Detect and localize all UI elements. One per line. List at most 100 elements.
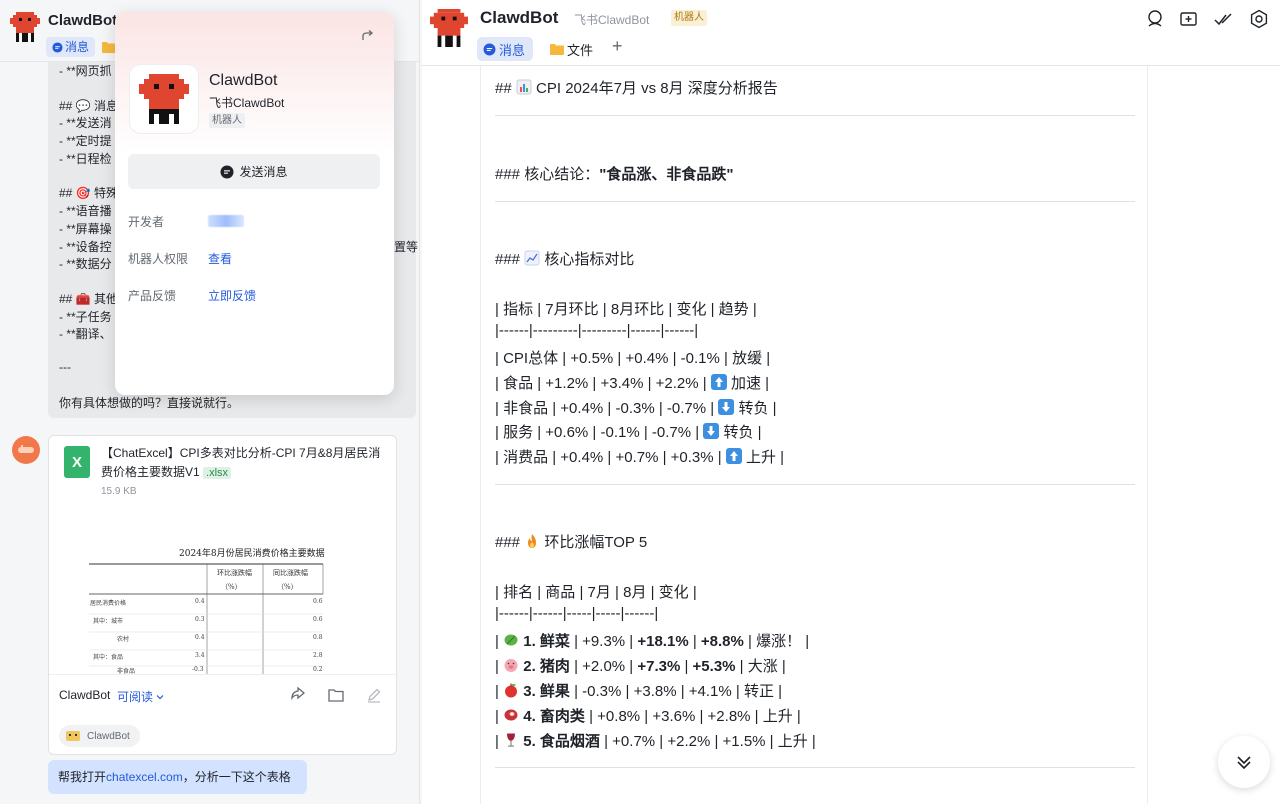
preview-cell: 居民消费价格 — [90, 600, 127, 607]
bot-badge: 机器人 — [209, 113, 245, 128]
md-line-tail: 置等 — [394, 240, 419, 254]
table2-row: | 5. 食品烟酒 | +0.7% | +2.2% | +1.5% | 上升 | — [495, 733, 816, 750]
bot-large-avatar[interactable] — [129, 64, 199, 134]
preview-cell: 0.6 — [313, 616, 323, 623]
preview-cell: 农村 — [117, 636, 130, 643]
md-line: - **定时提 — [59, 134, 112, 148]
file-title[interactable]: 【ChatExcel】CPI多表对比分析-CPI 7月&8月居民消费价格主要数据… — [101, 444, 391, 483]
chat-title: ClawdBot — [480, 8, 559, 27]
right-chat-header: ClawdBot 飞书ClawdBot 机器人 消息 文件 + — [422, 0, 1280, 66]
md-line: - **语音播 — [59, 204, 112, 218]
chevron-down-icon — [156, 695, 164, 700]
apple-icon — [505, 683, 518, 698]
table2-separator: |------|------|-----|-----|------| — [495, 605, 659, 622]
hand-icon — [18, 445, 34, 453]
folder-icon — [550, 44, 564, 55]
md-line: - **网页抓 — [59, 64, 112, 78]
preview-col-unit: （%） — [277, 583, 298, 591]
table1-row: | 服务 | +0.6% | -0.1% | -0.7% | 转负 | — [495, 423, 762, 441]
add-chat-icon[interactable] — [1178, 8, 1200, 35]
table1-separator: |------|---------|---------|------|-----… — [495, 322, 699, 339]
folder-icon[interactable] — [102, 40, 116, 58]
arrow-down-icon — [718, 399, 735, 415]
preview-cell: 2.8 — [313, 652, 323, 659]
md-line: - **屏幕操 — [59, 222, 112, 236]
top5-heading: ### 环比涨幅TOP 5 — [495, 534, 648, 551]
send-message-button[interactable]: 发送消息 — [128, 154, 380, 189]
table1-row: | 食品 | +1.2% | +3.4% | +2.2% | 加速 | — [495, 374, 770, 392]
spreadsheet-preview[interactable]: 2024年8月份居民消费价格主要数据 环比涨跌幅 同比涨跌幅 （%） （%） 居… — [87, 540, 325, 675]
chat-bubble-icon — [483, 43, 496, 55]
preview-cell: 0.8 — [313, 634, 323, 641]
report-title: ## CPI 2024年7月 vs 8月 深度分析报告 — [495, 79, 778, 97]
double-chevron-down-icon — [1237, 756, 1251, 770]
done-check-icon[interactable] — [1212, 8, 1234, 35]
feedback-row: 产品反馈 立即反馈 — [128, 289, 257, 303]
share-icon[interactable] — [361, 28, 375, 47]
user-message-bubble: 帮我打开chatexcel.com，分析一下这个表格 — [48, 760, 307, 794]
md-line: ## 🧰 其他 — [59, 292, 118, 306]
fire-icon — [528, 534, 537, 548]
add-tab-button[interactable]: + — [612, 36, 623, 57]
permissions-row: 机器人权限 查看 — [128, 252, 233, 266]
table2-header: | 排名 | 商品 | 7月 | 8月 | 变化 | — [495, 584, 697, 601]
md-line: - **日程检 — [59, 152, 112, 166]
table2-row: | 1. 鲜菜 | +9.3% | +18.1% | +8.8% | 爆涨！ | — [495, 633, 810, 650]
preview-title: 2024年8月份居民消费价格主要数据 — [179, 549, 325, 559]
bar-chart-icon — [516, 79, 532, 95]
wine-glass-icon — [507, 733, 516, 747]
arrow-up-icon — [725, 448, 742, 464]
bot-badge: 机器人 — [671, 10, 707, 26]
table1-row: | CPI总体 | +0.5% | +0.4% | -0.1% | 放缓 | — [495, 350, 771, 367]
table1-row: | 非食品 | +0.4% | -0.3% | -0.7% | 转负 | — [495, 399, 777, 417]
left-tab-messages[interactable]: 消息 — [46, 37, 96, 57]
scroll-to-bottom-button[interactable] — [1218, 736, 1270, 788]
leafy-greens-icon — [504, 634, 518, 646]
preview-cell: 其中：食品 — [93, 654, 124, 661]
permission-dropdown[interactable]: 可阅读 — [117, 688, 164, 705]
edit-pencil-icon[interactable] — [365, 686, 383, 709]
divider — [495, 484, 1135, 485]
preview-cell: 0.4 — [195, 598, 205, 605]
divider — [495, 767, 1135, 768]
left-chat-title: ClawdBot — [48, 12, 118, 29]
reply-source-chip[interactable]: ClawdBot — [59, 725, 140, 747]
popup-bot-name: ClawdBot — [209, 72, 278, 89]
file-owner: ClawdBot — [59, 688, 111, 702]
md-line: - **数据分 — [59, 257, 112, 271]
clawdbot-avatar-icon[interactable] — [10, 12, 40, 47]
md-line: - **翻译、 — [59, 327, 112, 341]
file-ext-badge: .xlsx — [203, 467, 232, 479]
share-icon[interactable] — [289, 686, 307, 709]
meat-icon — [504, 709, 518, 721]
preview-cell: 0.3 — [195, 616, 205, 623]
table1-header: | 指标 | 7月环比 | 8月环比 | 变化 | 趋势 | — [495, 301, 757, 318]
clawdbot-avatar-icon[interactable] — [430, 9, 468, 52]
preview-cell: 0.2 — [313, 666, 323, 673]
search-icon[interactable] — [1144, 8, 1166, 35]
view-permissions-link[interactable]: 查看 — [208, 250, 232, 267]
file-card[interactable]: X 【ChatExcel】CPI多表对比分析-CPI 7月&8月居民消费价格主要… — [48, 435, 398, 755]
md-line: 你有具体想做的吗？直接说就行。 — [59, 396, 240, 410]
tab-files[interactable]: 文件 — [550, 37, 593, 61]
md-line: - **发送消 — [59, 116, 112, 130]
md-line: ## 🎯 特殊 — [59, 186, 118, 200]
robot-icon — [139, 74, 189, 124]
md-line: ## 💬 消息 — [59, 99, 118, 113]
tab-messages[interactable]: 消息 — [477, 37, 534, 61]
sender-avatar[interactable] — [12, 436, 40, 464]
chatexcel-link[interactable]: chatexcel.com — [106, 770, 183, 784]
preview-col-header: 环比涨跌幅 — [217, 569, 252, 577]
pig-icon — [504, 659, 518, 672]
table2-row: | 2. 猪肉 | +2.0% | +7.3% | +5.3% | 大涨 | — [495, 658, 786, 675]
gear-icon[interactable] — [1248, 8, 1270, 35]
chat-subtitle: 飞书ClawdBot — [574, 13, 650, 27]
message-column: ## CPI 2024年7月 vs 8月 深度分析报告 ### 核心结论："食品… — [480, 66, 1148, 804]
preview-col-header: 同比涨跌幅 — [273, 569, 308, 577]
folder-open-icon[interactable] — [327, 686, 345, 709]
feedback-link[interactable]: 立即反馈 — [208, 287, 256, 304]
preview-col-unit: （%） — [221, 583, 242, 591]
trend-chart-icon — [524, 250, 540, 266]
chat-bubble-icon — [220, 165, 234, 178]
preview-cell: 0.4 — [195, 634, 205, 641]
